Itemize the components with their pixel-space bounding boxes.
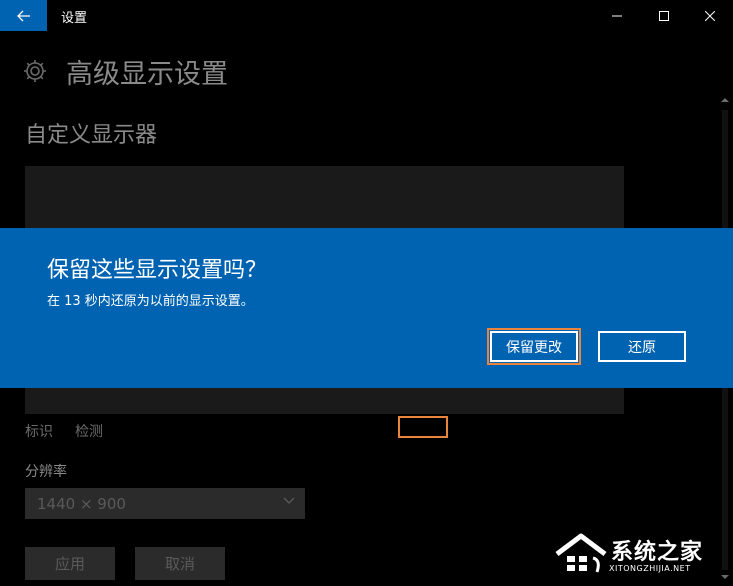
cancel-button[interactable]: 取消 [135,547,225,580]
apply-button[interactable]: 应用 [25,547,115,580]
chevron-down-icon [283,497,295,504]
section-title: 自定义显示器 [25,123,158,148]
keep-changes-button[interactable]: 保留更改 [487,328,581,365]
gear-icon [24,60,46,82]
scroll-up-icon[interactable] [720,95,730,105]
maximize-icon [659,10,669,21]
close-button[interactable] [687,0,733,31]
back-button[interactable] [0,0,47,31]
window-title: 设置 [61,11,88,26]
identify-link[interactable]: 标识 [25,421,53,441]
resolution-label: 分辨率 [25,464,67,480]
watermark-text: 系统之家 [611,540,704,565]
watermark-subtext: XITONGZHIJIA.NET [609,564,691,573]
page-title: 高级显示设置 [66,59,228,90]
detect-link[interactable]: 检测 [75,421,103,441]
dialog-message: 在 13 秒内还原为以前的显示设置。 [47,294,254,309]
resolution-dropdown[interactable]: 1440 × 900 [25,488,305,519]
minimize-icon [612,15,622,16]
revert-button[interactable]: 还原 [598,331,686,362]
arrow-left-icon [16,10,30,21]
resolution-value: 1440 × 900 [37,494,126,513]
house-logo-icon [555,533,607,573]
maximize-button[interactable] [641,0,687,31]
minimize-button[interactable] [594,0,640,31]
highlight-marker [398,416,448,438]
watermark-logo: 系统之家 XITONGZHIJIA.NET [553,528,731,584]
dialog-title: 保留这些显示设置吗？ [47,258,268,283]
close-icon [705,10,715,21]
confirm-display-dialog: 保留这些显示设置吗？ 在 13 秒内还原为以前的显示设置。 保留更改 还原 [0,228,733,388]
title-bar: 设置 [0,0,733,31]
